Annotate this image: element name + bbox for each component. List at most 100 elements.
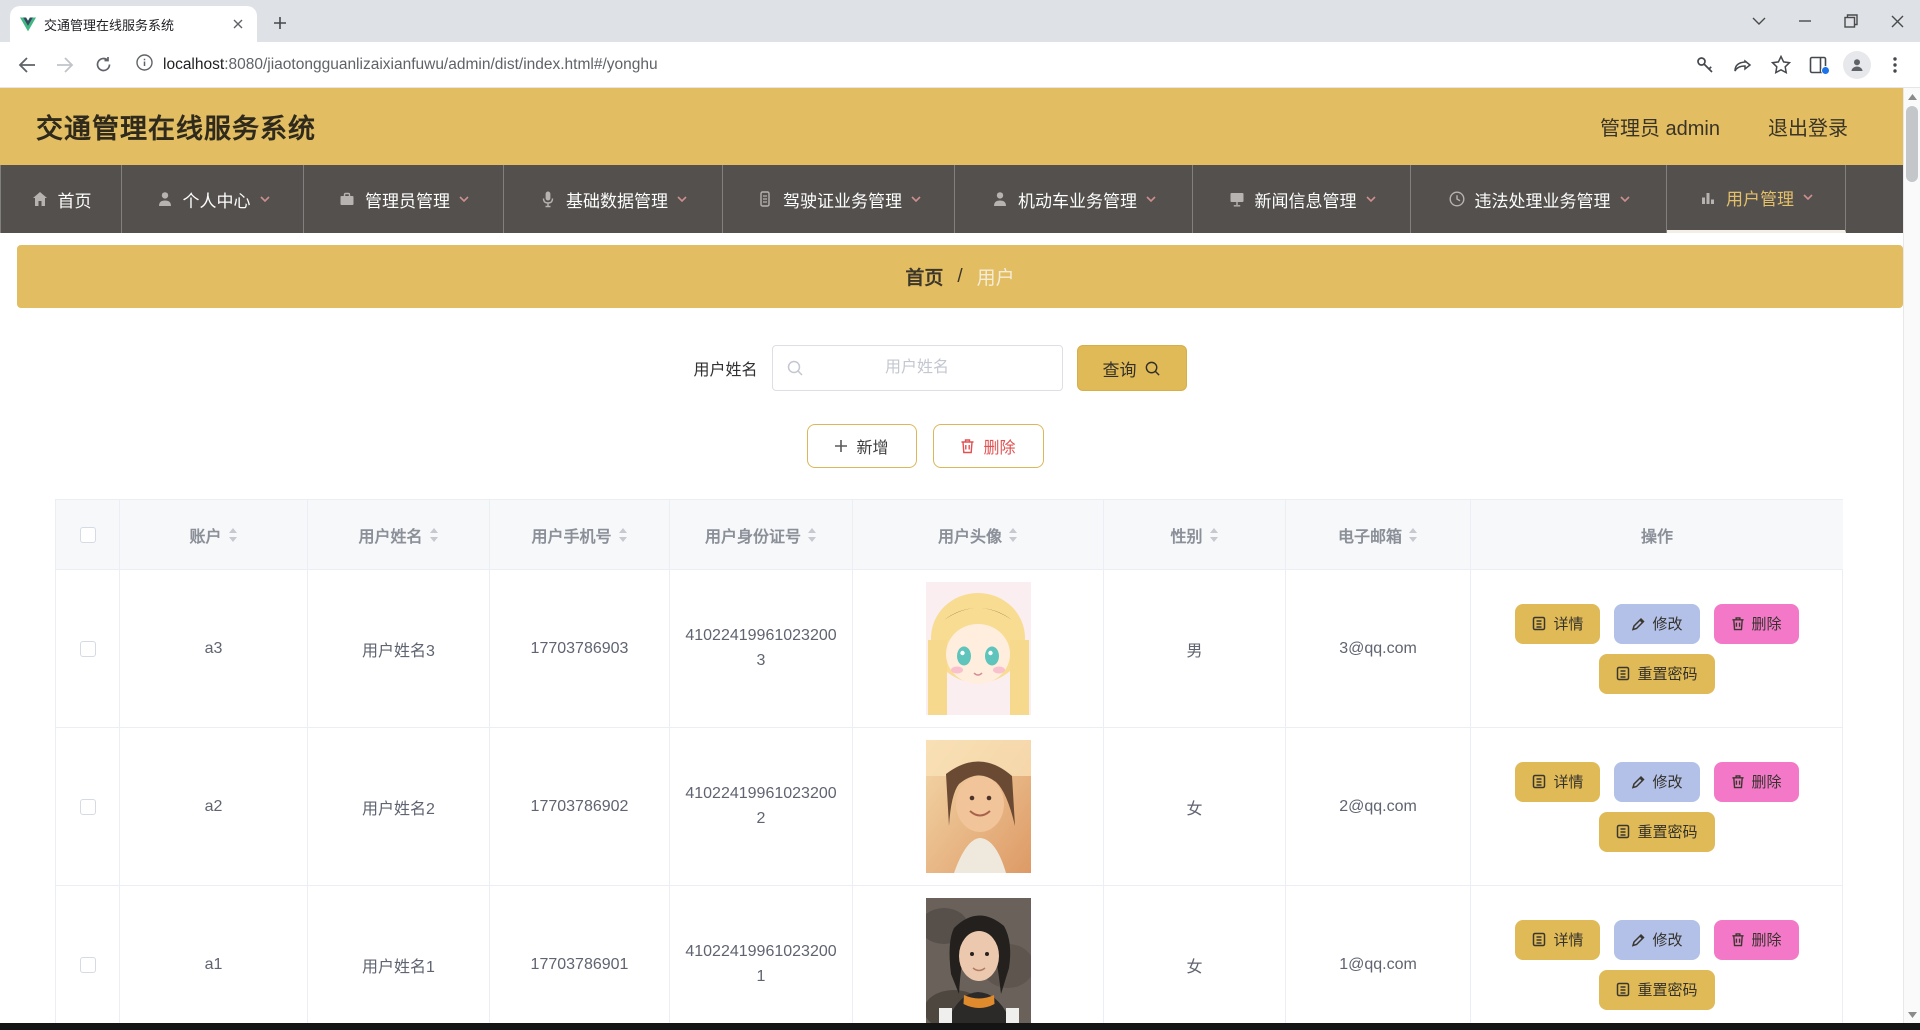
tab-close-icon[interactable] bbox=[229, 15, 247, 33]
row-checkbox[interactable] bbox=[80, 957, 96, 973]
cell-email: 2@qq.com bbox=[1286, 728, 1471, 886]
breadcrumb: 首页 / 用户 bbox=[17, 245, 1903, 308]
reset-password-button[interactable]: 重置密码 bbox=[1599, 812, 1714, 852]
search-icon bbox=[786, 359, 804, 377]
cell-account: a1 bbox=[120, 886, 308, 1030]
browser-tab[interactable]: 交通管理在线服务系统 bbox=[10, 6, 257, 42]
header-account[interactable]: 账户 bbox=[120, 500, 308, 570]
bookmark-star-icon[interactable] bbox=[1764, 48, 1798, 82]
document-icon bbox=[1532, 774, 1546, 789]
header-id-number[interactable]: 用户身份证号 bbox=[670, 500, 853, 570]
add-user-button[interactable]: 新增 bbox=[807, 424, 917, 468]
scroll-down-icon[interactable] bbox=[1904, 1006, 1920, 1023]
chevron-down-icon bbox=[1803, 194, 1813, 201]
username-search-input[interactable] bbox=[772, 345, 1063, 391]
header-phone[interactable]: 用户手机号 bbox=[490, 500, 670, 570]
sort-icon[interactable] bbox=[228, 528, 238, 542]
nav-item-personal-center[interactable]: 个人中心 bbox=[122, 165, 304, 233]
back-icon[interactable] bbox=[10, 48, 44, 82]
edit-button[interactable]: 修改 bbox=[1614, 604, 1699, 644]
cell-avatar bbox=[853, 728, 1104, 886]
smiling-woman-avatar bbox=[926, 740, 1031, 873]
nav-item-drivers-license-management[interactable]: 驾驶证业务管理 bbox=[723, 165, 955, 233]
nav-item-home[interactable]: 首页 bbox=[0, 165, 122, 233]
edit-button[interactable]: 修改 bbox=[1614, 762, 1699, 802]
sort-icon[interactable] bbox=[1408, 528, 1418, 542]
delete-button[interactable]: 删除 bbox=[1714, 762, 1799, 802]
document-icon bbox=[1616, 982, 1630, 997]
reset-password-button[interactable]: 重置密码 bbox=[1599, 970, 1714, 1010]
new-tab-button[interactable] bbox=[265, 8, 295, 38]
password-key-icon[interactable] bbox=[1688, 48, 1722, 82]
dark-haired-woman-avatar bbox=[926, 898, 1031, 1030]
sort-icon[interactable] bbox=[1008, 528, 1018, 542]
detail-button[interactable]: 详情 bbox=[1515, 920, 1600, 960]
reset-password-button[interactable]: 重置密码 bbox=[1599, 654, 1714, 694]
edit-button[interactable]: 修改 bbox=[1614, 920, 1699, 960]
document-icon bbox=[1616, 666, 1630, 681]
logout-link[interactable]: 退出登录 bbox=[1768, 112, 1848, 141]
address-bar[interactable]: localhost:8080/jiaotongguanlizaixianfuwu… bbox=[130, 48, 1678, 82]
tab-title: 交通管理在线服务系统 bbox=[44, 15, 221, 34]
window-close-button[interactable] bbox=[1874, 0, 1920, 42]
cell-phone: 17703786903 bbox=[490, 570, 670, 728]
pencil-icon bbox=[1631, 933, 1645, 947]
header-gender[interactable]: 性别 bbox=[1104, 500, 1286, 570]
detail-button[interactable]: 详情 bbox=[1515, 762, 1600, 802]
header-email[interactable]: 电子邮箱 bbox=[1286, 500, 1471, 570]
scrollbar-thumb[interactable] bbox=[1906, 106, 1918, 182]
cell-account: a2 bbox=[120, 728, 308, 886]
pencil-icon bbox=[1631, 617, 1645, 631]
nav-item-admin-management[interactable]: 管理员管理 bbox=[304, 165, 504, 233]
browser-menu-icon[interactable] bbox=[1878, 48, 1912, 82]
search-row: 用户姓名 查询 bbox=[0, 345, 1920, 391]
trash-icon bbox=[960, 438, 975, 454]
breadcrumb-home[interactable]: 首页 bbox=[905, 263, 943, 290]
admin-user-label: 管理员 admin bbox=[1600, 112, 1720, 141]
delete-button[interactable]: 删除 bbox=[1714, 920, 1799, 960]
cell-phone: 17703786902 bbox=[490, 728, 670, 886]
chevron-down-icon bbox=[677, 196, 687, 203]
vertical-scrollbar[interactable] bbox=[1903, 88, 1920, 1023]
sort-icon[interactable] bbox=[807, 528, 817, 542]
sort-icon[interactable] bbox=[1209, 528, 1219, 542]
nav-item-motor-vehicle-management[interactable]: 机动车业务管理 bbox=[955, 165, 1193, 233]
chevron-down-icon bbox=[459, 196, 469, 203]
query-button[interactable]: 查询 bbox=[1077, 345, 1187, 391]
bar-chart-icon bbox=[1699, 189, 1717, 207]
url-text[interactable]: localhost:8080/jiaotongguanlizaixianfuwu… bbox=[163, 56, 658, 74]
notification-dot bbox=[1821, 66, 1830, 75]
row-checkbox[interactable] bbox=[80, 799, 96, 815]
forward-icon[interactable] bbox=[48, 48, 82, 82]
site-info-icon[interactable] bbox=[136, 54, 153, 76]
plus-icon bbox=[834, 439, 848, 453]
batch-delete-button[interactable]: 删除 bbox=[933, 424, 1044, 468]
header-name[interactable]: 用户姓名 bbox=[308, 500, 490, 570]
delete-button[interactable]: 删除 bbox=[1714, 604, 1799, 644]
scroll-up-icon[interactable] bbox=[1904, 88, 1920, 105]
nav-item-user-management[interactable]: 用户管理 bbox=[1667, 165, 1846, 233]
sort-icon[interactable] bbox=[618, 528, 628, 542]
nav-item-basic-data-management[interactable]: 基础数据管理 bbox=[504, 165, 723, 233]
table-row: a3 用户姓名3 17703786903 410224199610232003 bbox=[56, 570, 1842, 728]
window-restore-button[interactable] bbox=[1828, 0, 1874, 42]
share-icon[interactable] bbox=[1726, 48, 1760, 82]
refresh-icon[interactable] bbox=[86, 48, 120, 82]
nav-item-violation-processing-management[interactable]: 违法处理业务管理 bbox=[1411, 165, 1667, 233]
side-panel-icon[interactable] bbox=[1802, 48, 1836, 82]
profile-avatar-icon[interactable] bbox=[1840, 48, 1874, 82]
cell-id-number: 410224199610232002 bbox=[685, 782, 837, 832]
detail-button[interactable]: 详情 bbox=[1515, 604, 1600, 644]
document-icon bbox=[1532, 932, 1546, 947]
cell-name: 用户姓名3 bbox=[308, 570, 490, 728]
row-checkbox[interactable] bbox=[80, 641, 96, 657]
home-icon bbox=[31, 190, 49, 208]
nav-item-news-management[interactable]: 新闻信息管理 bbox=[1193, 165, 1411, 233]
header-avatar[interactable]: 用户头像 bbox=[853, 500, 1104, 570]
tab-search-chevron-icon[interactable] bbox=[1736, 0, 1782, 42]
select-all-checkbox[interactable] bbox=[80, 527, 96, 543]
window-minimize-button[interactable] bbox=[1782, 0, 1828, 42]
sort-icon[interactable] bbox=[429, 528, 439, 542]
user-icon bbox=[156, 190, 174, 208]
table-row: a2 用户姓名2 17703786902 410224199610232002 … bbox=[56, 728, 1842, 886]
